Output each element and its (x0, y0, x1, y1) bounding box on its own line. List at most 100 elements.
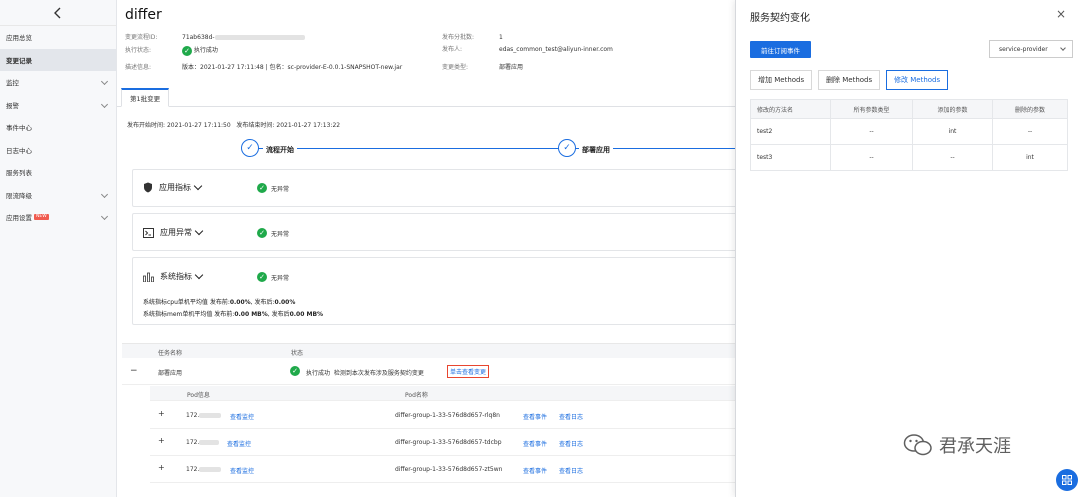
panel-status: ✓ 无异常 (257, 183, 289, 193)
panel-header[interactable]: 应用异常 (143, 226, 204, 238)
chevron-left-icon (54, 7, 61, 18)
task-table-header: 任务名称 状态 (122, 343, 735, 358)
check-circle-icon: ✓ (257, 183, 267, 193)
view-events-link[interactable]: 查看事件 (523, 439, 547, 448)
panel-system-metrics: 系统指标 ✓ 无异常 系统指标cpu单机平均值 发布前:0.00%, 发布后:0.… (132, 257, 742, 325)
panel-header[interactable]: 应用指标 (143, 181, 203, 193)
sidebar-item-change-records[interactable]: 变更记录 (0, 48, 116, 71)
view-events-link[interactable]: 查看事件 (523, 412, 547, 421)
bar-chart-icon (143, 272, 154, 282)
view-changes-link[interactable]: 单击查看变更 (447, 365, 490, 378)
chevron-down-icon (194, 226, 204, 236)
apps-float-button[interactable] (1056, 469, 1078, 491)
sidebar-item-label: 日志中心 (6, 146, 32, 155)
new-badge: NEW (34, 214, 49, 221)
close-icon[interactable]: × (1056, 7, 1066, 21)
change-type: 变更类型: 部署应用 (442, 64, 524, 71)
table-cell: int (912, 118, 993, 145)
sidebar-item-alarm[interactable]: 报警 (0, 94, 116, 117)
sidebar-item-label: 服务列表 (6, 169, 32, 178)
terminal-icon (143, 227, 154, 238)
watermark-text: 君承天涯 (939, 436, 1011, 457)
panel-header[interactable]: 系统指标 (143, 270, 204, 282)
sidebar-item-label: 应用总览 (6, 34, 32, 43)
table-row: test2 -- int -- (750, 118, 1068, 145)
view-logs-link[interactable]: 查看日志 (559, 412, 583, 421)
watermark: 君承天涯 (903, 432, 1011, 458)
contract-change-drawer: 服务契约变化 × 前往订阅事件 service-provider 增加 Meth… (735, 0, 1080, 497)
table-cell: -- (912, 144, 993, 171)
pod-row: + 172. 查看监控 differ-group-1-33-576d8d657-… (150, 456, 735, 483)
column-header: 添加的参数 (912, 99, 993, 119)
description: 描述信息: 版本：2021-01-27 17:11:48 | 包名：sc-prov… (125, 64, 403, 71)
task-status: 执行成功 检测到本次发布涉及服务契约变更 (306, 370, 424, 377)
chevron-down-icon (100, 77, 109, 86)
view-monitor-link[interactable]: 查看监控 (230, 466, 254, 475)
pod-name: differ-group-1-33-576d8d657-rlq8n (395, 412, 500, 419)
table-header-row: 修改的方法名 所有参数类型 添加的参数 删除的参数 (750, 99, 1068, 119)
view-logs-link[interactable]: 查看日志 (559, 466, 583, 475)
tab-added-methods[interactable]: 增加 Methods (750, 70, 813, 90)
check-icon: ✓ (241, 139, 259, 157)
sidebar-item-monitor[interactable]: 监控 (0, 71, 116, 94)
sidebar-item-label: 事件中心 (6, 124, 32, 133)
tab-batch-1[interactable]: 第1批变更 (121, 88, 170, 107)
main-content: differ 变更流程ID: 71ab638d- 执行状态: ✓ 执行成功 描述信息… (117, 0, 742, 497)
panel-title: 应用指标 (159, 183, 191, 192)
check-circle-icon: ✓ (290, 366, 300, 376)
exec-status: 执行状态: ✓ 执行成功 (125, 45, 218, 56)
sidebar-item-log-center[interactable]: 日志中心 (0, 139, 116, 162)
step-label: 流程开始 (263, 145, 297, 155)
publish-time: 发布开始时间: 2021-01-27 17:11:50 发布结束时间: 2021… (127, 122, 341, 129)
view-monitor-link[interactable]: 查看监控 (227, 439, 251, 448)
view-events-link[interactable]: 查看事件 (523, 466, 547, 475)
mem-metric: 系统指标mem单机平均值 发布前:0.00 MB%, 发布后0.00 MB% (143, 311, 324, 318)
page-title: differ (125, 7, 162, 23)
tab-deleted-methods[interactable]: 删除 Methods (818, 70, 881, 90)
expand-button[interactable]: + (158, 409, 165, 418)
cpu-metric: 系统指标cpu单机平均值 发布前:0.00%, 发布后:0.00% (143, 299, 296, 306)
collapse-button[interactable]: − (130, 366, 138, 376)
step-line (242, 148, 735, 149)
panel-title: 系统指标 (160, 272, 192, 281)
sidebar-item-overview[interactable]: 应用总览 (0, 26, 116, 49)
chevron-down-icon (193, 181, 203, 191)
tab-modified-methods[interactable]: 修改 Methods (886, 70, 949, 90)
chevron-down-icon (100, 212, 109, 221)
panel-app-exceptions: 应用异常 ✓ 无异常 (132, 213, 742, 251)
chevron-down-icon (1060, 45, 1066, 51)
chevron-down-icon (100, 100, 109, 108)
expand-button[interactable]: + (158, 436, 165, 445)
column-header: 删除的参数 (992, 99, 1068, 119)
sidebar-item-event-center[interactable]: 事件中心 (0, 116, 116, 139)
view-monitor-link[interactable]: 查看监控 (230, 412, 254, 421)
redacted-block (199, 467, 222, 472)
column-header: 修改的方法名 (750, 99, 831, 119)
subscribe-events-button[interactable]: 前往订阅事件 (750, 41, 811, 58)
wechat-icon (903, 434, 932, 456)
service-select[interactable]: service-provider (989, 40, 1073, 58)
table-cell: -- (992, 118, 1068, 145)
sidebar-item-rate-limit[interactable]: 限流降级 (0, 184, 116, 207)
sidebar-item-app-settings[interactable]: 应用设置 NEW (0, 206, 116, 229)
view-logs-link[interactable]: 查看日志 (559, 439, 583, 448)
panel-status: ✓ 无异常 (257, 228, 289, 238)
grid-icon (1062, 475, 1072, 485)
task-row: − 部署应用 ✓ 执行成功 检测到本次发布涉及服务契约变更 单击查看变更 (122, 359, 735, 385)
table-cell: int (992, 144, 1068, 171)
table-cell: -- (830, 144, 913, 171)
sidebar-item-label: 限流降级 (6, 191, 32, 200)
check-circle-icon: ✓ (257, 272, 267, 282)
drawer-title: 服务契约变化 (750, 13, 810, 24)
task-name: 部署应用 (158, 370, 183, 377)
sidebar-item-label: 监控 (6, 79, 19, 88)
table-row: test3 -- -- int (750, 144, 1068, 171)
redacted-block (199, 413, 222, 418)
expand-button[interactable]: + (158, 463, 165, 472)
back-button[interactable] (0, 0, 116, 26)
sidebar-item-service-list[interactable]: 服务列表 (0, 161, 116, 184)
sidebar-item-label: 应用设置 (6, 214, 32, 223)
process-steps: ✓ 流程开始 ✓ 部署应用 (117, 136, 735, 164)
redacted-block (214, 35, 305, 40)
batch-count: 发布分批数: 1 (442, 34, 503, 41)
